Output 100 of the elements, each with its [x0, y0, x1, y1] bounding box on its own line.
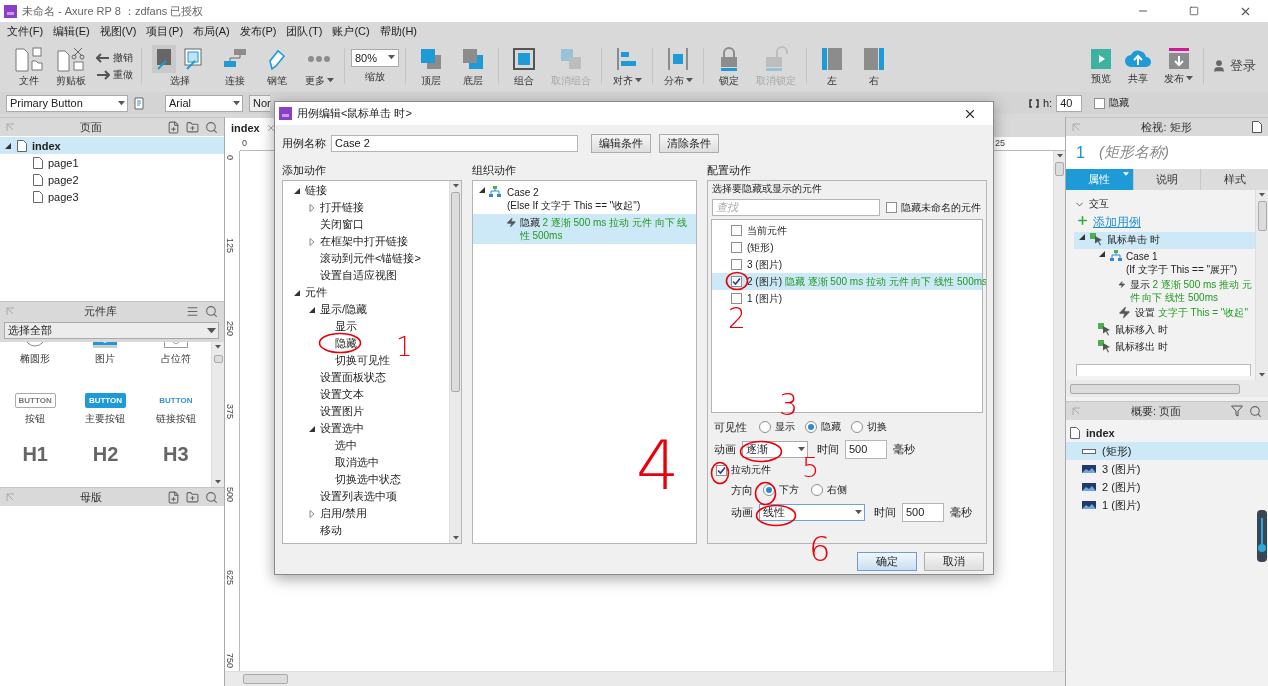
- caret-icon[interactable]: [1122, 172, 1129, 176]
- action-item[interactable]: 设置 文字于 This = "收起": [1066, 305, 1255, 322]
- action-type-item[interactable]: 隐藏: [283, 335, 357, 352]
- action-type-item[interactable]: 显示/隐藏: [283, 301, 368, 318]
- case-item[interactable]: Case 1 (If 文字于 This == "展开"): [1066, 249, 1255, 277]
- toolbar-button[interactable]: 预览: [1086, 44, 1116, 88]
- menu-item[interactable]: 帮助(H): [374, 23, 422, 39]
- font-style-dropdown[interactable]: Nor: [249, 94, 270, 112]
- page-icon[interactable]: [1252, 121, 1262, 133]
- hide-unnamed-checkbox-label[interactable]: 隐藏未命名的元件: [886, 200, 981, 215]
- collapse-arrow-icon[interactable]: [4, 141, 12, 150]
- scroll-thumb[interactable]: [1257, 200, 1267, 231]
- direction-option[interactable]: 右侧: [811, 483, 847, 497]
- toolbar-button[interactable]: 文件: [10, 42, 48, 90]
- action-type-item[interactable]: 显示: [283, 318, 357, 335]
- expand-arrow-icon[interactable]: [308, 203, 316, 212]
- font-dropdown[interactable]: Arial: [165, 94, 243, 112]
- scrollbar[interactable]: [449, 181, 461, 543]
- radio-button[interactable]: [763, 484, 775, 496]
- action-type-item[interactable]: 切换选中状态: [283, 471, 401, 488]
- action-type-item[interactable]: 关闭窗口: [283, 216, 364, 233]
- page-item[interactable]: page1: [0, 154, 224, 171]
- scroll-thumb[interactable]: [1055, 161, 1064, 176]
- target-item[interactable]: (矩形): [712, 239, 982, 256]
- action-item[interactable]: 显示 2 逐渐 500 ms 推动 元件 向下 线性 500ms: [1066, 277, 1255, 305]
- toolbar-button[interactable]: 更多: [300, 42, 338, 90]
- action-type-item[interactable]: 设置自适应视图: [283, 267, 397, 284]
- style-edit-icon[interactable]: [134, 96, 147, 110]
- checkbox[interactable]: [716, 464, 727, 476]
- action-type-item[interactable]: 移动: [283, 522, 342, 539]
- filter-icon[interactable]: [1231, 405, 1243, 417]
- page-item[interactable]: index: [0, 137, 224, 154]
- collapse-arrow-icon[interactable]: [308, 424, 316, 433]
- action-item[interactable]: 隐藏 2 逐渐 500 ms 拉动 元件 向下 线性 500ms: [473, 214, 696, 244]
- collapse-arrow-icon[interactable]: [478, 186, 486, 194]
- search-icon[interactable]: [1249, 404, 1262, 418]
- scrollbar[interactable]: [211, 342, 224, 487]
- scrollbar[interactable]: [1066, 380, 1268, 397]
- action-type-item[interactable]: 在框架中打开链接: [283, 233, 408, 250]
- outline-page[interactable]: index: [1066, 424, 1268, 442]
- visibility-option[interactable]: 隐藏: [805, 420, 841, 434]
- menu-item[interactable]: 视图(V): [94, 23, 142, 39]
- event-item[interactable]: 鼠标单击 时: [1074, 232, 1255, 249]
- add-page-icon[interactable]: [167, 120, 180, 134]
- target-item[interactable]: 1 (图片): [712, 290, 982, 307]
- action-type-item[interactable]: 设置面板状态: [283, 369, 386, 386]
- redo-button[interactable]: 重做: [94, 67, 135, 82]
- action-type-item[interactable]: 启用/禁用: [283, 505, 368, 522]
- action-type-item[interactable]: 设置图片: [283, 403, 364, 420]
- scrollbar[interactable]: [1255, 190, 1268, 380]
- toolbar-button[interactable]: 锁定: [710, 42, 748, 90]
- add-folder-icon[interactable]: [186, 120, 199, 134]
- action-type-item[interactable]: 滚动到元件<锚链接>: [283, 250, 421, 267]
- toolbar-button[interactable]: 对齐: [608, 42, 646, 90]
- outline-item[interactable]: 2 (图片): [1066, 478, 1268, 496]
- scrollbar[interactable]: [1053, 151, 1065, 671]
- expand-arrow-icon[interactable]: [308, 509, 316, 518]
- animation-dropdown[interactable]: 线性: [759, 503, 865, 521]
- menu-item[interactable]: 项目(P): [141, 23, 189, 39]
- visibility-option[interactable]: 显示: [759, 420, 795, 434]
- time-input[interactable]: 500: [902, 502, 944, 522]
- search-icon[interactable]: [205, 120, 218, 134]
- page-item[interactable]: page3: [0, 188, 224, 205]
- case-name-input[interactable]: Case 2: [331, 134, 578, 152]
- case-item[interactable]: Case 2 (Else If 文字于 This == "收起"): [473, 184, 696, 214]
- outline-item[interactable]: 3 (图片): [1066, 460, 1268, 478]
- checkbox[interactable]: [731, 293, 742, 304]
- section-toggle[interactable]: 交互: [1066, 196, 1255, 213]
- action-type-item[interactable]: 设置列表选中项: [283, 488, 397, 505]
- toolbar-button[interactable]: 剪贴板: [52, 42, 90, 90]
- dialog-button[interactable]: 确定: [857, 552, 917, 571]
- menu-icon[interactable]: [186, 304, 199, 318]
- collapse-arrow-icon[interactable]: [293, 186, 301, 195]
- scrollbar[interactable]: [225, 671, 1065, 686]
- action-type-item[interactable]: 切换可见性: [283, 352, 390, 369]
- action-type-item[interactable]: 元件: [283, 284, 327, 301]
- zoom-slider-drawing[interactable]: [1256, 510, 1268, 562]
- outline-item[interactable]: (矩形): [1066, 442, 1268, 460]
- style-dropdown[interactable]: Primary Button: [6, 94, 128, 112]
- height-input[interactable]: 40: [1056, 94, 1083, 112]
- action-type-item[interactable]: 设置文本: [283, 386, 364, 403]
- condition-button[interactable]: 编辑条件: [591, 133, 651, 153]
- menu-item[interactable]: 团队(T): [281, 23, 328, 39]
- pin-icon[interactable]: [6, 122, 15, 132]
- time-input[interactable]: 500: [845, 439, 887, 459]
- toolbar-button[interactable]: 共享: [1120, 44, 1156, 88]
- radio-button[interactable]: [759, 421, 771, 433]
- heading-widget[interactable]: H1: [22, 443, 48, 466]
- action-type-item[interactable]: 设置选中: [283, 420, 364, 437]
- menu-item[interactable]: 文件(F): [2, 23, 49, 39]
- login-button[interactable]: 登录: [1204, 57, 1264, 75]
- direction-option[interactable]: 下方: [763, 483, 799, 497]
- action-type-item[interactable]: 选中: [283, 437, 357, 454]
- add-folder-icon[interactable]: [186, 490, 199, 504]
- action-type-item[interactable]: 取消选中: [283, 454, 379, 471]
- inspector-tab[interactable]: 说明: [1133, 169, 1201, 190]
- add-master-icon[interactable]: [167, 490, 180, 504]
- search-icon[interactable]: [205, 490, 218, 504]
- radio-button[interactable]: [805, 421, 817, 433]
- checkbox[interactable]: [731, 276, 742, 287]
